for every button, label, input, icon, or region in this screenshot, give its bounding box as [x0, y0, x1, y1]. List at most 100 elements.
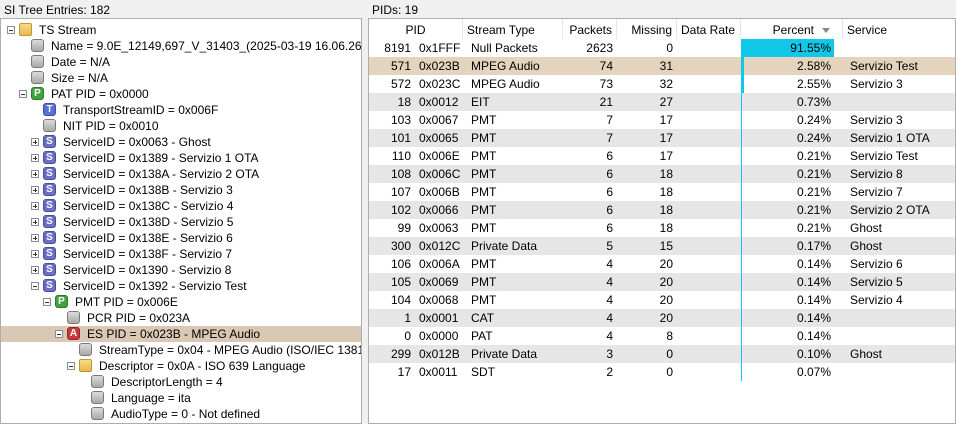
cell-percent: 0.21%	[796, 203, 831, 217]
tree-node[interactable]: S ServiceID = 0x138A - Servizio 2 OTA	[1, 166, 361, 182]
tree-node[interactable]: PCR PID = 0x023A	[1, 310, 361, 326]
tree-node-label: ServiceID = 0x138E - Servizio 6	[63, 231, 233, 245]
cell-missing: 0	[666, 365, 673, 379]
tree-node[interactable]: AudioType = 0 - Not defined	[1, 406, 361, 422]
column-header-packets[interactable]: Packets	[563, 19, 617, 39]
cell-service: Servizio Test	[850, 59, 918, 73]
tree-node[interactable]: S ServiceID = 0x1390 - Servizio 8	[1, 262, 361, 278]
cell-percent: 0.14%	[796, 329, 831, 343]
tree-node[interactable]: Name = 9.0E_12149,697_V_31403_(2025-03-1…	[1, 38, 361, 54]
cell-percent: 0.24%	[796, 131, 831, 145]
collapse-icon[interactable]	[19, 90, 27, 98]
tree-node[interactable]: S ServiceID = 0x138D - Servizio 5	[1, 214, 361, 230]
cell-pid-hex: 0x0063	[419, 221, 459, 235]
column-header-stream-type[interactable]: Stream Type	[463, 19, 563, 39]
collapse-icon[interactable]	[67, 362, 75, 370]
table-row[interactable]: 108 0x006C PMT 6 18 0.21% Servizio 8	[369, 165, 955, 183]
table-row[interactable]: 102 0x0066 PMT 6 18 0.21% Servizio 2 OTA	[369, 201, 955, 219]
table-row[interactable]: 18 0x0012 EIT 21 27 0.73%	[369, 93, 955, 111]
cell-pid-hex: 0x012B	[419, 347, 460, 361]
expand-icon[interactable]	[31, 218, 39, 226]
cell-pid: 571	[390, 59, 411, 73]
cell-data-rate	[677, 345, 737, 363]
si-tree[interactable]: TS Stream Name = 9.0E_12149,697_V_31403_(…	[0, 18, 362, 424]
cell-stream-type: PMT	[471, 221, 497, 235]
table-row[interactable]: 571 0x023B MPEG Audio 74 31 2.58% Servizio Tes…	[369, 57, 955, 75]
expand-icon[interactable]	[31, 234, 39, 242]
expand-icon[interactable]	[31, 250, 39, 258]
cell-packets: 5	[606, 239, 613, 253]
table-row[interactable]: 103 0x0067 PMT 7 17 0.24% Servizio 3	[369, 111, 955, 129]
tree-node[interactable]: A ES PID = 0x023B - MPEG Audio	[1, 326, 361, 342]
tree-node[interactable]: S ServiceID = 0x138C - Servizio 4	[1, 198, 361, 214]
table-row[interactable]: 300 0x012C Private Data 5 15 0.17% Ghost	[369, 237, 955, 255]
table-row[interactable]: 110 0x006E PMT 6 17 0.21% Servizio Test	[369, 147, 955, 165]
table-row[interactable]: 8191 0x1FFF Null Packets 2623 0 91.55%	[369, 39, 955, 57]
table-row[interactable]: 17 0x0011 SDT 2 0 0.07%	[369, 363, 955, 381]
tree-node[interactable]: T TransportStreamID = 0x006F	[1, 102, 361, 118]
expand-icon[interactable]	[31, 154, 39, 162]
tree-node[interactable]: S ServiceID = 0x138E - Servizio 6	[1, 230, 361, 246]
tree-node[interactable]: Language = ita	[1, 390, 361, 406]
table-row[interactable]: 107 0x006B PMT 6 18 0.21% Servizio 7	[369, 183, 955, 201]
cell-missing: 31	[659, 59, 673, 73]
tree-node[interactable]: Size = N/A	[1, 70, 361, 86]
service-icon: S	[43, 247, 56, 260]
cell-service: Servizio 3	[850, 113, 903, 127]
cell-data-rate	[677, 111, 737, 129]
cell-stream-type: PMT	[471, 149, 497, 163]
tree-node-label: NIT PID = 0x0010	[63, 119, 159, 133]
cell-pid: 107	[390, 185, 411, 199]
cell-pid: 102	[390, 203, 411, 217]
expand-icon[interactable]	[31, 266, 39, 274]
table-row[interactable]: 99 0x0063 PMT 6 18 0.21% Ghost	[369, 219, 955, 237]
table-row[interactable]: 101 0x0065 PMT 7 17 0.24% Servizio 1 OTA	[369, 129, 955, 147]
cell-packets: 4	[606, 293, 613, 307]
cell-service	[850, 327, 955, 345]
expand-icon[interactable]	[31, 138, 39, 146]
tree-node[interactable]: StreamType = 0x04 - MPEG Audio (ISO/IEC …	[1, 342, 361, 358]
tree-node[interactable]: Date = N/A	[1, 54, 361, 70]
collapse-icon[interactable]	[55, 330, 63, 338]
collapse-icon[interactable]	[31, 282, 39, 290]
cell-data-rate	[677, 183, 737, 201]
expand-icon[interactable]	[31, 202, 39, 210]
cell-stream-type: PMT	[471, 203, 497, 217]
column-header-data-rate[interactable]: Data Rate	[677, 19, 741, 39]
collapse-icon[interactable]	[7, 26, 15, 34]
table-row[interactable]: 1 0x0001 CAT 4 20 0.14%	[369, 309, 955, 327]
expand-icon[interactable]	[31, 186, 39, 194]
tree-node-label: DescriptorLength = 4	[111, 375, 223, 389]
column-header-service[interactable]: Service	[843, 19, 955, 39]
cell-stream-type: EIT	[471, 95, 490, 109]
table-row[interactable]: 0 0x0000 PAT 4 8 0.14%	[369, 327, 955, 345]
transport-icon: T	[43, 103, 56, 116]
tree-node[interactable]: S ServiceID = 0x138B - Servizio 3	[1, 182, 361, 198]
table-row[interactable]: 106 0x006A PMT 4 20 0.14% Servizio 6	[369, 255, 955, 273]
table-row[interactable]: 572 0x023C MPEG Audio 73 32 2.55% Servizio 3	[369, 75, 955, 93]
column-header-pid[interactable]: PID	[369, 19, 463, 39]
tree-node[interactable]: S ServiceID = 0x0063 - Ghost	[1, 134, 361, 150]
tree-node-label: PAT PID = 0x0000	[51, 87, 149, 101]
tree-node[interactable]: S ServiceID = 0x1392 - Servizio Test	[1, 278, 361, 294]
tree-node[interactable]: P PMT PID = 0x006E	[1, 294, 361, 310]
cell-pid-hex: 0x006A	[419, 257, 460, 271]
tree-node[interactable]: S ServiceID = 0x1389 - Servizio 1 OTA	[1, 150, 361, 166]
column-header-percent[interactable]: Percent	[741, 19, 843, 39]
cell-packets: 21	[599, 95, 613, 109]
tree-node[interactable]: TS Stream	[1, 22, 361, 38]
tree-node[interactable]: S ServiceID = 0x138F - Servizio 7	[1, 246, 361, 262]
table-row[interactable]: 104 0x0068 PMT 4 20 0.14% Servizio 4	[369, 291, 955, 309]
tree-node[interactable]: NIT PID = 0x0010	[1, 118, 361, 134]
table-row[interactable]: 299 0x012B Private Data 3 0 0.10% Ghost	[369, 345, 955, 363]
cell-pid-hex: 0x0000	[419, 329, 459, 343]
table-row[interactable]: 105 0x0069 PMT 4 20 0.14% Servizio 5	[369, 273, 955, 291]
tree-node[interactable]: DescriptorLength = 4	[1, 374, 361, 390]
column-header-missing[interactable]: Missing	[617, 19, 677, 39]
cell-data-rate	[677, 57, 737, 75]
cell-missing: 18	[659, 203, 673, 217]
tree-node[interactable]: Descriptor = 0x0A - ISO 639 Language	[1, 358, 361, 374]
collapse-icon[interactable]	[43, 298, 51, 306]
expand-icon[interactable]	[31, 170, 39, 178]
tree-node[interactable]: P PAT PID = 0x0000	[1, 86, 361, 102]
